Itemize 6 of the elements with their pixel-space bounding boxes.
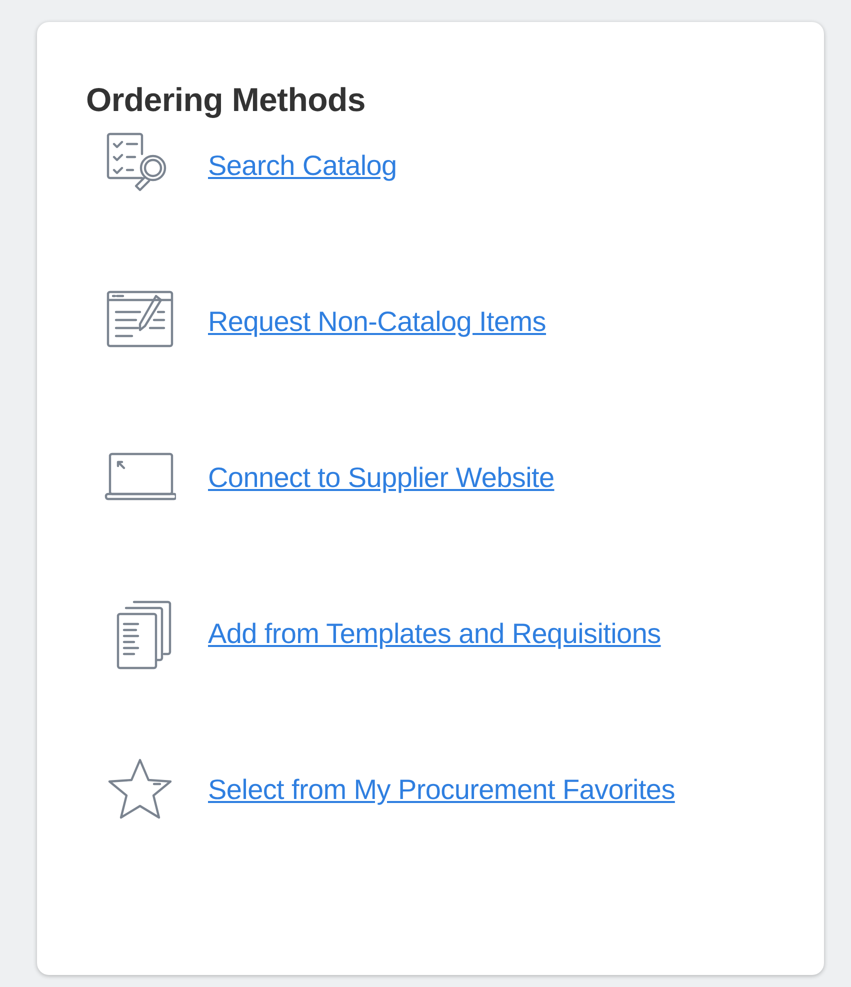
method-link[interactable]: Connect to Supplier Website bbox=[208, 457, 554, 499]
method-link[interactable]: Add from Templates and Requisitions bbox=[208, 613, 661, 655]
card-title: Ordering Methods bbox=[86, 80, 366, 120]
method-link[interactable]: Search Catalog bbox=[208, 145, 397, 187]
method-link[interactable]: Request Non-Catalog Items bbox=[208, 301, 546, 343]
method-link[interactable]: Select from My Procurement Favorites bbox=[208, 769, 675, 811]
